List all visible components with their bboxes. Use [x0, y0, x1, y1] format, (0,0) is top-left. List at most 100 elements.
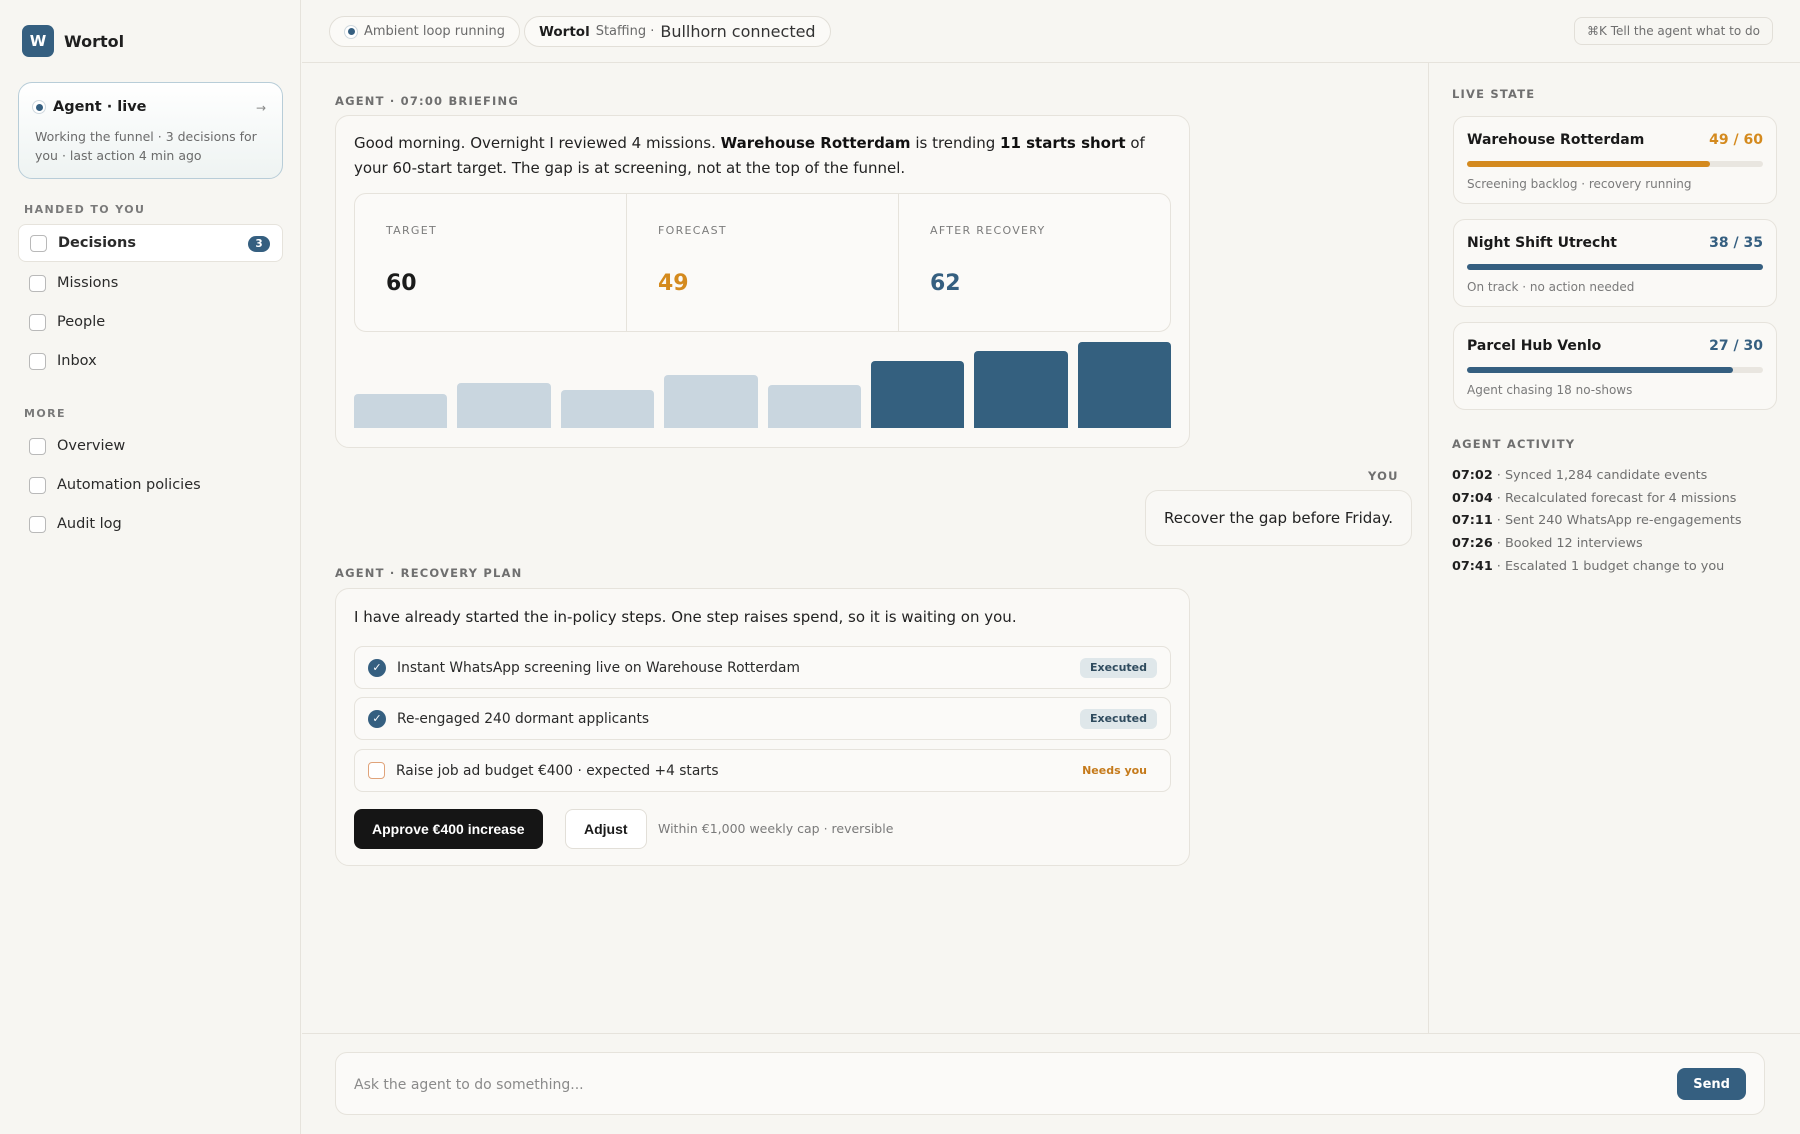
agent-activity-label: AGENT ACTIVITY	[1452, 437, 1576, 451]
live-indicator-icon	[32, 100, 46, 114]
stat-forecast: FORECAST 49	[627, 194, 899, 331]
briefing-card: Good morning. Overnight I reviewed 4 mis…	[335, 115, 1190, 448]
send-button[interactable]: Send	[1677, 1068, 1746, 1100]
command-palette-button[interactable]: ⌘K Tell the agent what to do	[1574, 17, 1773, 45]
sidebar-item-audit-log[interactable]: Audit log	[18, 505, 283, 543]
mission-progress-track	[1467, 367, 1763, 373]
mission-progress-track	[1467, 264, 1763, 270]
ambient-loop-status[interactable]: Ambient loop running	[329, 16, 520, 47]
stat-label: TARGET	[386, 224, 438, 237]
pending-checkbox-icon[interactable]	[368, 762, 385, 779]
checkbox-icon	[29, 476, 46, 494]
workspace-context[interactable]: Wortol Staffing · Bullhorn connected	[524, 16, 831, 47]
agent-status-title: Agent · live	[53, 99, 147, 115]
status-badge: Executed	[1079, 658, 1157, 678]
section-label-handed: HANDED TO YOU	[24, 203, 146, 216]
forecast-bar-chart	[354, 342, 1171, 428]
connection-status: Bullhorn connected	[660, 22, 816, 41]
sidebar-item-inbox[interactable]: Inbox	[18, 342, 283, 380]
chart-bar	[354, 394, 448, 428]
checkbox-icon	[29, 515, 46, 533]
checkbox-icon	[30, 234, 47, 252]
approve-increase-button[interactable]: Approve €400 increase	[354, 809, 543, 849]
sidebar: W Wortol Agent · live → Working the funn…	[0, 0, 301, 1134]
arrow-right-icon[interactable]: →	[256, 101, 266, 115]
context-label: Staffing ·	[595, 24, 655, 39]
stat-value: 60	[386, 271, 417, 296]
recovery-plan-intro: I have already started the in-policy ste…	[354, 608, 1017, 626]
sidebar-item-label: Inbox	[57, 353, 97, 369]
checkbox-icon	[29, 313, 46, 331]
sidebar-item-label: Audit log	[57, 516, 122, 532]
stat-label: AFTER RECOVERY	[930, 224, 1046, 237]
ambient-loop-label: Ambient loop running	[364, 24, 505, 39]
briefing-label: AGENT · 07:00 BRIEFING	[335, 94, 520, 108]
adjust-button[interactable]: Adjust	[565, 809, 647, 849]
check-icon: ✓	[368, 658, 386, 677]
chart-bar	[1077, 342, 1171, 428]
check-icon: ✓	[368, 709, 386, 728]
stat-value: 49	[658, 271, 689, 296]
stat-target: TARGET 60	[355, 194, 627, 331]
sidebar-item-people[interactable]: People	[18, 303, 283, 341]
user-message-bubble: Recover the gap before Friday.	[1145, 490, 1412, 546]
forecast-stats: TARGET 60 FORECAST 49 AFTER RECOVERY 62	[354, 193, 1171, 332]
sidebar-item-label: Overview	[57, 438, 126, 454]
stat-value: 62	[930, 271, 961, 296]
recovery-plan-card: I have already started the in-policy ste…	[335, 588, 1190, 866]
chart-bar	[974, 351, 1068, 428]
mission-highlight: Warehouse Rotterdam	[720, 134, 911, 152]
budget-cap-note: Within €1,000 weekly cap · reversible	[658, 821, 894, 836]
live-indicator-icon	[344, 24, 358, 39]
chart-bar	[664, 375, 758, 428]
plan-step[interactable]: ✓ Re-engaged 240 dormant applicants Exec…	[354, 697, 1171, 740]
mission-status: On track · no action needed	[1467, 280, 1635, 294]
mission-progress-fill	[1467, 264, 1763, 270]
brand-logo: W	[22, 25, 54, 57]
mission-progress-track	[1467, 161, 1763, 167]
decisions-count-badge: 3	[248, 236, 270, 252]
mission-status: Agent chasing 18 no-shows	[1467, 383, 1633, 397]
plan-step[interactable]: Raise job ad budget €400 · expected +4 s…	[354, 749, 1171, 792]
brand-name: Wortol	[64, 31, 125, 51]
mission-count: 38 / 35	[1709, 235, 1763, 251]
checkbox-icon	[29, 352, 46, 370]
stat-label: FORECAST	[658, 224, 727, 237]
briefing-message: Good morning. Overnight I reviewed 4 mis…	[354, 134, 1145, 177]
mission-card-warehouse-rotterdam[interactable]: Warehouse Rotterdam 49 / 60 Screening ba…	[1453, 116, 1777, 204]
agent-prompt-input[interactable]	[354, 1071, 1504, 1099]
mission-progress-fill	[1467, 161, 1710, 167]
mission-card-parcel-hub-venlo[interactable]: Parcel Hub Venlo 27 / 30 Agent chasing 1…	[1453, 322, 1777, 410]
org-name: Wortol	[539, 23, 590, 40]
chart-bar	[560, 390, 655, 428]
status-badge: Needs you	[1082, 764, 1147, 777]
sidebar-item-missions[interactable]: Missions	[18, 264, 283, 302]
recovery-plan-label: AGENT · RECOVERY PLAN	[335, 566, 523, 580]
chart-bar	[457, 383, 551, 428]
sidebar-item-overview[interactable]: Overview	[18, 427, 283, 465]
mission-name: Night Shift Utrecht	[1467, 235, 1617, 251]
top-bar: Ambient loop running Wortol Staffing · B…	[302, 0, 1800, 63]
brand[interactable]: W Wortol	[22, 25, 124, 57]
right-panel: LIVE STATE Warehouse Rotterdam 49 / 60 S…	[1428, 63, 1800, 1033]
activity-item: 07:41 · Escalated 1 budget change to you	[1452, 559, 1725, 574]
plan-step-text: Re-engaged 240 dormant applicants	[397, 710, 650, 727]
checkbox-icon	[29, 437, 46, 455]
mission-count: 49 / 60	[1709, 132, 1763, 148]
checkbox-icon	[29, 274, 46, 292]
chart-bar	[870, 361, 965, 428]
mission-card-night-shift-utrecht[interactable]: Night Shift Utrecht 38 / 35 On track · n…	[1453, 219, 1777, 307]
composer: Send	[335, 1052, 1765, 1115]
sidebar-item-automation-policies[interactable]: Automation policies	[18, 466, 283, 504]
sidebar-item-decisions[interactable]: Decisions 3	[18, 224, 283, 262]
sidebar-item-label: Decisions	[58, 235, 136, 251]
status-badge: Executed	[1079, 709, 1157, 729]
mission-count: 27 / 30	[1709, 338, 1763, 354]
plan-step[interactable]: ✓ Instant WhatsApp screening live on War…	[354, 646, 1171, 689]
activity-item: 07:02 · Synced 1,284 candidate events	[1452, 468, 1708, 483]
agent-status-card[interactable]: Agent · live → Working the funnel · 3 de…	[18, 82, 283, 179]
live-state-label: LIVE STATE	[1452, 87, 1536, 101]
agent-status-description: Working the funnel · 3 decisions for you…	[35, 129, 257, 163]
plan-step-text: Instant WhatsApp screening live on Wareh…	[397, 659, 800, 676]
shortfall-highlight: 11 starts short	[1000, 134, 1126, 152]
